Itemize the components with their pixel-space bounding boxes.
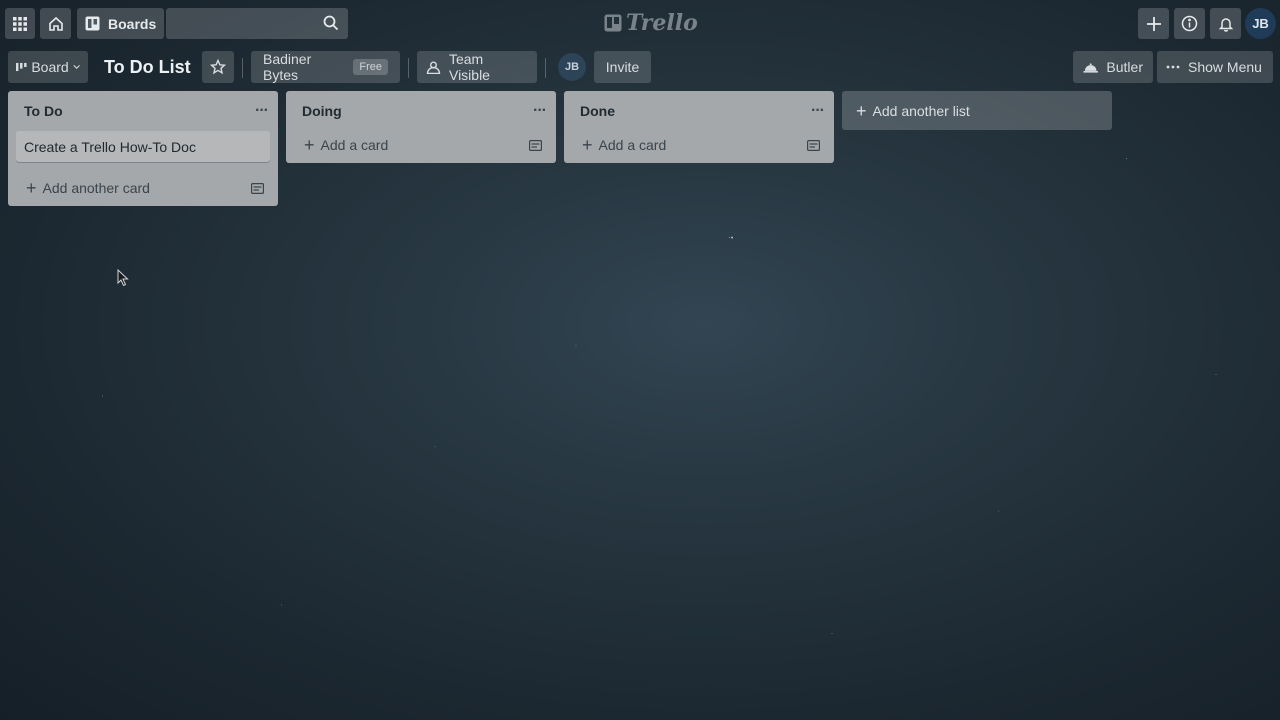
board-title[interactable]: To Do List xyxy=(100,51,195,83)
member-avatar[interactable]: JB xyxy=(558,53,586,81)
visibility-label: Team Visible xyxy=(448,51,490,83)
user-avatar[interactable]: JB xyxy=(1245,8,1276,39)
list-doing[interactable]: Doing ··· + Add a card xyxy=(286,91,556,163)
star-icon xyxy=(210,59,226,75)
card-template-icon[interactable] xyxy=(529,139,542,151)
search-box[interactable] xyxy=(166,8,348,39)
info-button[interactable] xyxy=(1174,8,1205,39)
bell-icon xyxy=(1218,17,1233,32)
plus-icon: + xyxy=(26,178,37,198)
logo-text: Trello xyxy=(626,10,698,36)
list-to-do[interactable]: To Do ··· Create a Trello How-To Doc + A… xyxy=(8,91,278,206)
header-divider xyxy=(545,58,546,78)
boards-button[interactable]: Boards xyxy=(77,8,165,39)
trello-logo[interactable]: Trello xyxy=(604,10,698,36)
add-list-button[interactable]: + Add another list xyxy=(842,91,1112,130)
grid-icon xyxy=(13,16,27,31)
boards-icon xyxy=(85,16,100,31)
plus-icon: + xyxy=(582,135,593,155)
top-nav-bar: Boards Trello JB xyxy=(0,0,1280,46)
create-button[interactable] xyxy=(1138,8,1169,39)
add-card-label: Add another card xyxy=(42,180,150,196)
add-card-button[interactable]: + Add a card xyxy=(564,127,834,163)
list-title[interactable]: Done xyxy=(580,103,615,119)
list-title[interactable]: To Do xyxy=(24,103,63,119)
team-button[interactable]: Badiner Bytes Free xyxy=(251,51,400,83)
butler-label: Butler xyxy=(1106,59,1143,75)
team-visible-icon xyxy=(426,61,441,74)
apps-button[interactable] xyxy=(5,8,35,39)
butler-button[interactable]: Butler xyxy=(1073,51,1153,83)
list-menu-icon[interactable]: ··· xyxy=(255,102,269,120)
search-icon[interactable] xyxy=(323,15,339,31)
notifications-button[interactable] xyxy=(1210,8,1241,39)
home-button[interactable] xyxy=(40,8,71,39)
add-list-label: Add another list xyxy=(872,102,970,119)
show-menu-label: Show Menu xyxy=(1188,59,1262,75)
list-menu-icon[interactable]: ··· xyxy=(811,102,825,120)
search-input[interactable] xyxy=(166,8,316,39)
board-view-switcher[interactable]: Board xyxy=(8,51,88,83)
board-title-text: To Do List xyxy=(104,56,191,77)
plan-badge: Free xyxy=(353,59,388,75)
trello-logo-icon xyxy=(604,14,622,32)
chevron-down-icon xyxy=(73,65,80,69)
team-name: Badiner Bytes xyxy=(263,51,312,83)
list-menu-icon[interactable]: ··· xyxy=(533,102,547,120)
header-divider xyxy=(408,58,409,78)
card-template-icon[interactable] xyxy=(807,139,820,151)
show-menu-button[interactable]: Show Menu xyxy=(1157,51,1273,83)
info-icon xyxy=(1181,15,1198,32)
card-template-icon[interactable] xyxy=(251,182,264,194)
board-view-label: Board xyxy=(31,59,69,75)
board-view-icon xyxy=(16,62,27,72)
list-header[interactable]: Done ··· xyxy=(564,91,834,131)
star-board-button[interactable] xyxy=(202,51,234,83)
more-icon xyxy=(1166,65,1180,69)
invite-label: Invite xyxy=(605,59,640,75)
plus-icon: + xyxy=(856,100,867,121)
plus-icon xyxy=(1146,16,1161,31)
list-card[interactable]: Create a Trello How-To Doc xyxy=(16,131,270,162)
visibility-button[interactable]: Team Visible xyxy=(417,51,537,83)
add-card-button[interactable]: + Add another card xyxy=(8,170,278,206)
butler-icon xyxy=(1083,63,1098,73)
plus-icon: + xyxy=(304,135,315,155)
home-icon xyxy=(48,16,63,31)
add-card-button[interactable]: + Add a card xyxy=(286,127,556,163)
list-header[interactable]: To Do ··· xyxy=(8,91,278,131)
add-card-label: Add a card xyxy=(598,137,667,153)
list-done[interactable]: Done ··· + Add a card xyxy=(564,91,834,163)
mouse-cursor-icon xyxy=(117,269,129,287)
header-divider xyxy=(242,58,243,78)
list-header[interactable]: Doing ··· xyxy=(286,91,556,131)
boards-label: Boards xyxy=(108,15,157,32)
invite-button[interactable]: Invite xyxy=(594,51,651,83)
list-title[interactable]: Doing xyxy=(302,103,342,119)
add-card-label: Add a card xyxy=(320,137,389,153)
